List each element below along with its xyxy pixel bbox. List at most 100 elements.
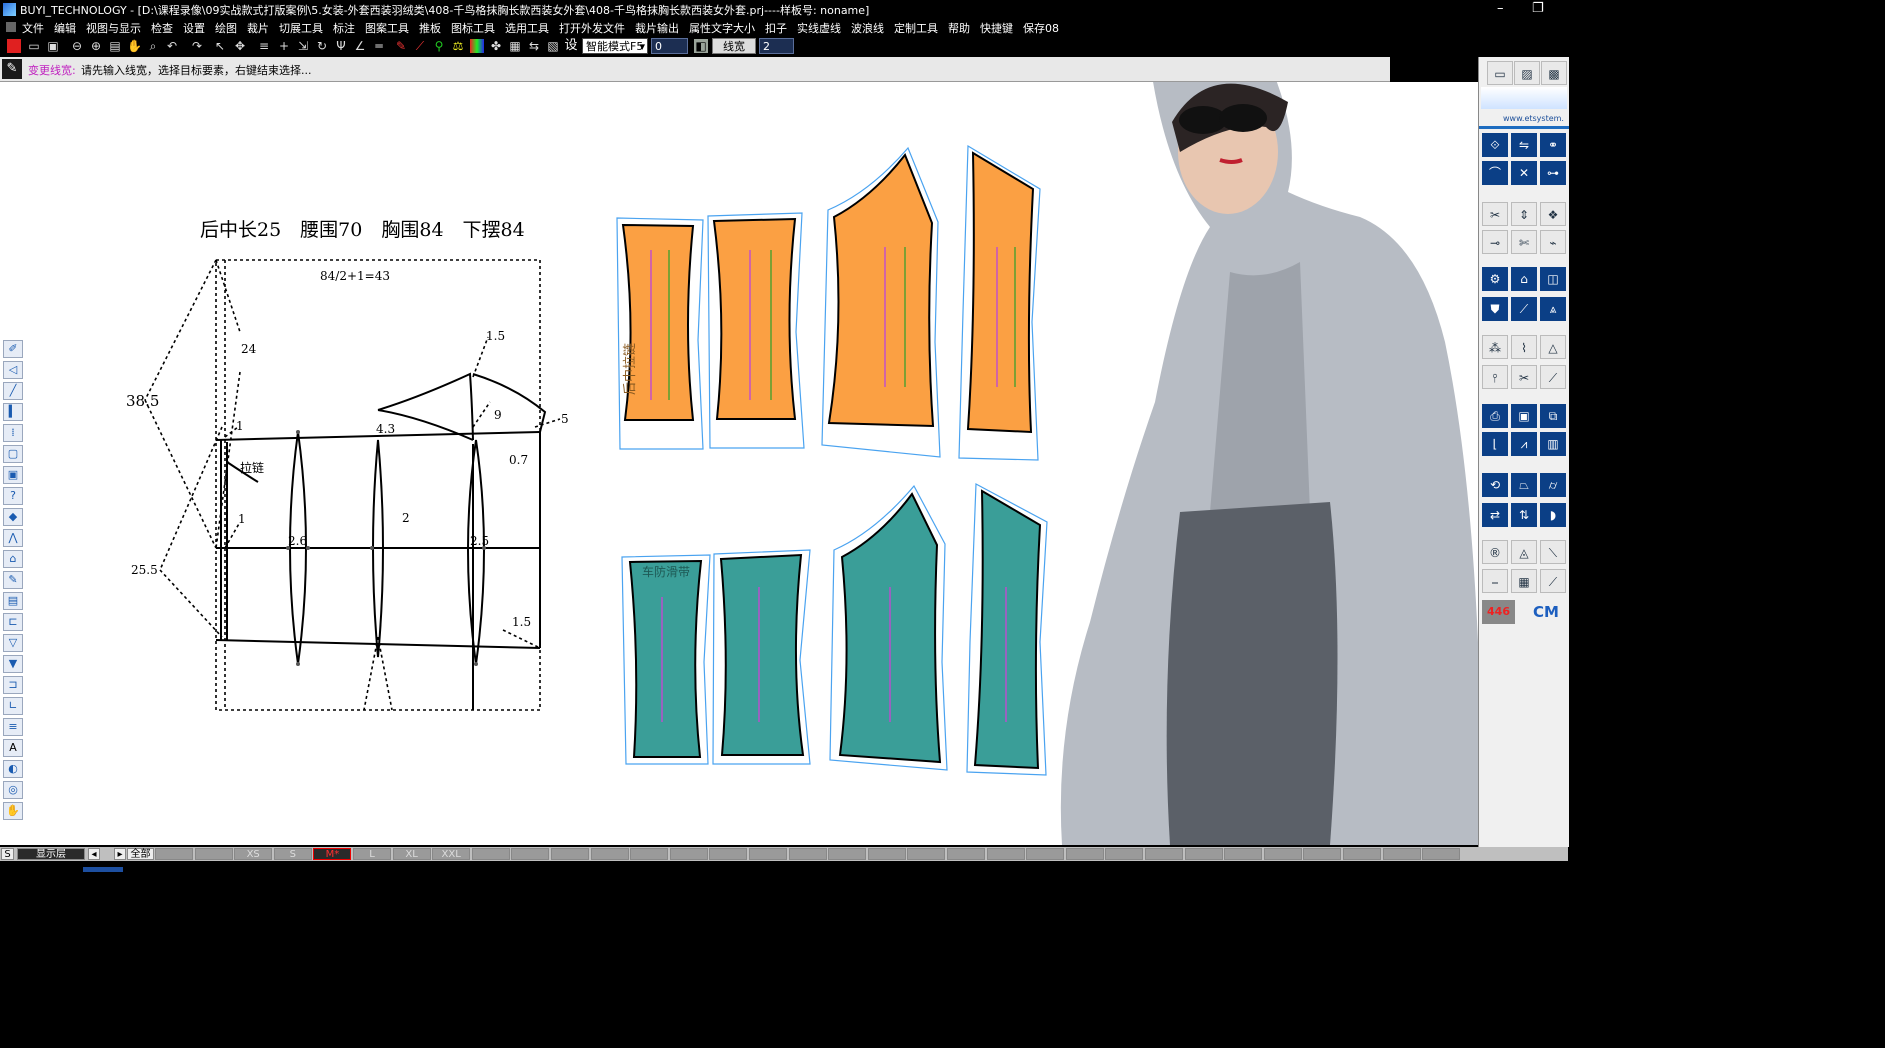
angle-line-icon[interactable]: ∠ [353,39,367,53]
text-tool-icon[interactable]: A [3,739,23,757]
piece-e-icon[interactable]: ✄ [1511,230,1537,254]
prev-layer-button[interactable]: ◂ [88,848,100,860]
rotate-icon[interactable]: ↻ [315,39,329,53]
s-button[interactable]: S [1,848,14,860]
save-icon[interactable]: ▣ [46,39,60,53]
size-slot[interactable] [155,848,193,860]
size-slot[interactable] [669,848,708,860]
menu-item[interactable]: 图标工具 [451,20,495,36]
restore-button[interactable]: ❐ [1532,1,1544,16]
size-slot[interactable] [471,848,510,860]
size-button[interactable]: XXL [432,848,471,860]
sew-icon[interactable]: ⟐ [1482,133,1508,157]
menu-item[interactable]: 裁片输出 [635,20,679,36]
ruler-tool-icon[interactable]: ▍ [3,403,23,421]
grade-icon[interactable]: ⇅ [1511,503,1537,527]
menu-item[interactable]: 切展工具 [279,20,323,36]
open-folder-icon[interactable]: ▭ [27,39,41,53]
app-menu-icon[interactable] [6,22,16,32]
cross-icon[interactable]: ✕ [1511,161,1537,185]
all-layers-button[interactable]: 全部 [127,848,154,860]
value-input[interactable]: 0 [651,38,688,54]
hand-tool-icon[interactable]: ✋ [3,802,23,820]
pencil-tool-icon[interactable]: ✎ [3,571,23,589]
stretch-icon[interactable]: ⇲ [296,39,310,53]
piece-b-icon[interactable]: ⇕ [1511,202,1537,226]
mirror-icon[interactable]: ⇆ [527,39,541,53]
menu-item[interactable]: 打开外发文件 [559,20,625,36]
join-icon[interactable]: ⊶ [1540,161,1566,185]
rotate-piece-icon[interactable]: ⟲ [1482,473,1508,497]
node-edit-icon[interactable]: ⚲ [432,39,446,53]
print-icon[interactable]: ⎙ [1482,404,1508,428]
curve-tool-icon[interactable]: ◁ [3,361,23,379]
menu-item[interactable]: 编辑 [54,20,76,36]
tent-icon[interactable]: △ [1540,335,1566,359]
stripe-tool-icon[interactable]: ≡ [3,718,23,736]
pants-icon[interactable]: ⩓ [1540,297,1566,321]
thread-icon[interactable]: ⌇ [1511,335,1537,359]
dart-tool-icon[interactable]: ⋀ [3,529,23,547]
next-layer-button[interactable]: ▸ [114,848,126,860]
stitch-icon[interactable]: ⇋ [1511,133,1537,157]
split-tool-icon[interactable]: ⁞ [3,424,23,442]
marker-icon[interactable]: ⟋ [413,39,427,53]
size-slot[interactable] [590,848,629,860]
notch-tool-icon[interactable]: ⌂ [3,550,23,568]
size-slot[interactable] [1382,848,1421,860]
cylinder-icon[interactable]: ⌭ [1540,473,1566,497]
floppy-icon[interactable]: ▣ [1511,404,1537,428]
fold-tool-icon[interactable]: ⊏ [3,613,23,631]
zoom-in-icon[interactable]: ⊕ [89,39,103,53]
size-slot[interactable] [788,848,827,860]
color-palette-icon[interactable] [470,39,484,53]
graph-icon[interactable]: ⩘ [1511,432,1537,456]
piece-d-icon[interactable]: ⊸ [1482,230,1508,254]
pleat-down-icon[interactable]: ▼ [3,655,23,673]
size-slot[interactable] [1065,848,1104,860]
size-slot[interactable] [1184,848,1223,860]
mode-select[interactable]: 智能模式F5 ▾ [582,38,648,54]
view-3-icon[interactable]: ▩ [1541,61,1567,85]
hem-icon[interactable]: ⌊ [1482,432,1508,456]
hanger-icon[interactable]: ⌂ [1511,267,1537,291]
needle-icon[interactable]: ⫯ [1482,365,1508,389]
button-set-icon[interactable]: ⁂ [1482,335,1508,359]
size-slot[interactable] [1026,848,1065,860]
trapezoid-icon[interactable]: ⏢ [1511,473,1537,497]
layout-icon[interactable]: ▥ [1540,432,1566,456]
brush-tool-icon[interactable]: ✐ [3,340,23,358]
frame-tool-icon[interactable]: ▣ [3,466,23,484]
fit-window-icon[interactable]: ▤ [108,39,122,53]
parallel-line-icon[interactable]: ═ [372,39,386,53]
menu-item[interactable]: 定制工具 [894,20,938,36]
triangle-icon[interactable]: ◬ [1511,540,1537,564]
pleat-tool-icon[interactable]: ▽ [3,634,23,652]
shape-tool-icon[interactable]: ◆ [3,508,23,526]
menu-item[interactable]: 帮助 [948,20,970,36]
align-icon[interactable]: ≡ [257,39,271,53]
sleeve-icon[interactable]: ⟋ [1511,297,1537,321]
menu-item[interactable]: 视图与显示 [86,20,141,36]
size-slot[interactable] [947,848,985,860]
size-slot[interactable] [907,848,946,860]
size-button[interactable]: S [273,848,312,860]
piece-c-icon[interactable]: ❖ [1540,202,1566,226]
view-1-icon[interactable]: ▭ [1487,61,1513,85]
snap-icon[interactable]: ✤ [489,39,503,53]
menu-item[interactable]: 选用工具 [505,20,549,36]
size-button[interactable]: XS [234,848,273,860]
size-slot[interactable] [986,848,1025,860]
diagonal-icon[interactable]: ⟍ [1540,540,1566,564]
link-icon[interactable]: ⚭ [1540,133,1566,157]
redo-icon[interactable]: ↷ [190,39,204,53]
menu-item[interactable]: 标注 [333,20,355,36]
baseline-icon[interactable]: ⎯ [1482,569,1508,593]
size-slot[interactable] [1145,848,1183,860]
menu-item[interactable]: 图案工具 [365,20,409,36]
help-icon[interactable]: ? [3,487,23,505]
size-slot[interactable] [1263,848,1302,860]
scissors-icon[interactable]: ✂ [1511,365,1537,389]
pen-icon[interactable]: ✎ [394,39,408,53]
piece-f-icon[interactable]: ⌁ [1540,230,1566,254]
